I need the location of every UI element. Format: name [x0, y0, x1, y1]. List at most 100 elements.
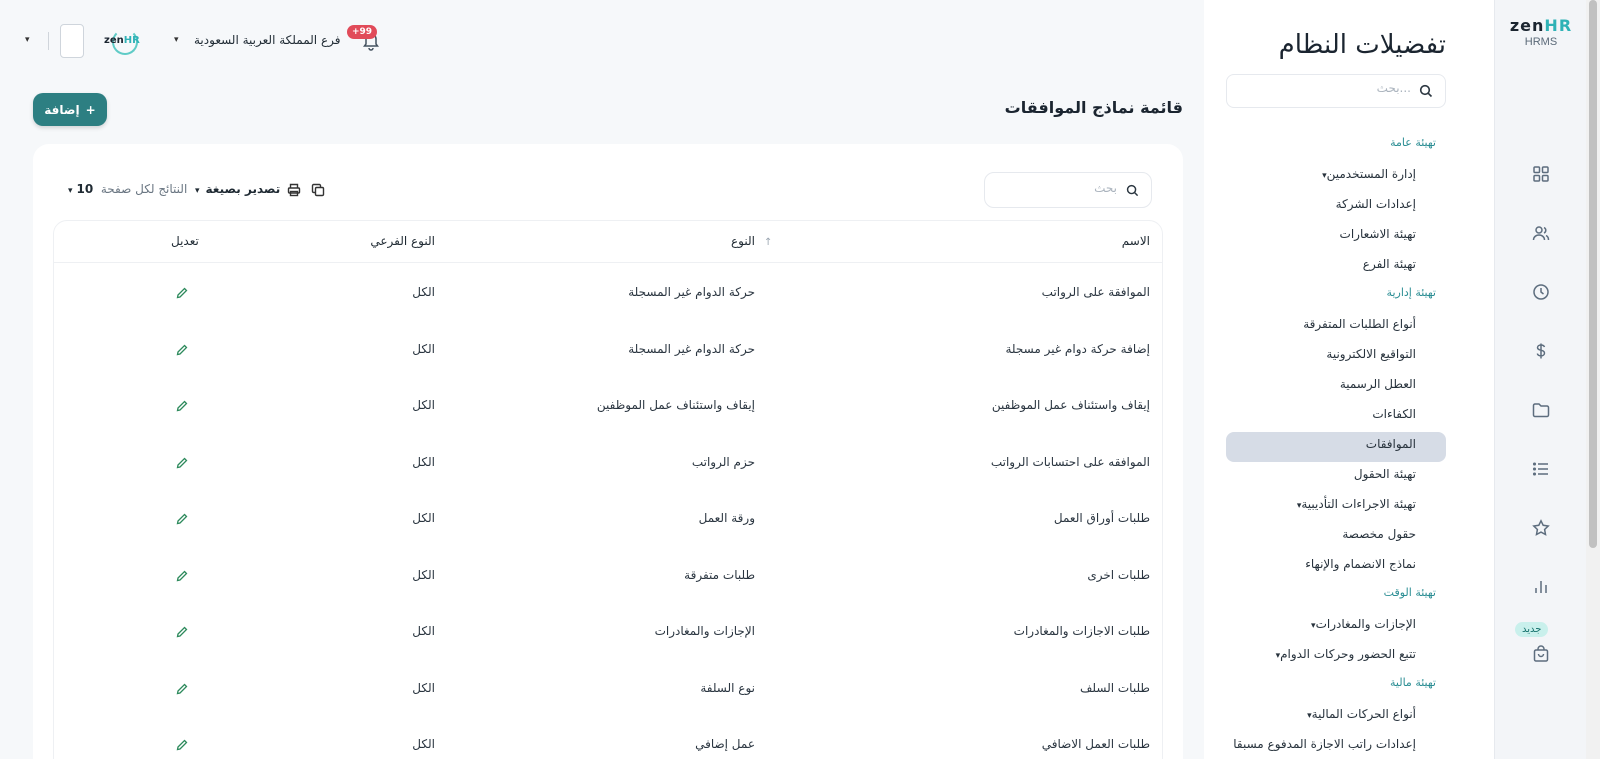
page-scrollbar[interactable] [1586, 0, 1600, 759]
edit-pencil-icon[interactable] [176, 626, 188, 638]
cell-subtype: الكل [412, 398, 435, 412]
settings-panel: تفضيلات النظام تهيئة عامة ▾إدارة المستخد… [1204, 0, 1494, 759]
nav-section-general: تهيئة عامة [1390, 136, 1436, 149]
settings-search[interactable] [1226, 74, 1446, 108]
nav-item-misc-requests[interactable]: أنواع الطلبات المتفرقة [1303, 317, 1416, 331]
page-title: قائمة نماذج الموافقات [1004, 98, 1183, 117]
nav-item-user-management[interactable]: ▾إدارة المستخدمين [1314, 167, 1416, 181]
cell-type: الإجازات والمغادرات [654, 624, 755, 638]
nav-item-custom-fields[interactable]: حقول مخصصة [1342, 527, 1416, 541]
cell-type: إيقاف واستئناف عمل الموظفين [596, 398, 755, 412]
branch-selector[interactable]: فرع المملكة العربية السعودية [194, 33, 340, 47]
cell-subtype: الكل [412, 567, 435, 582]
users-icon[interactable] [1531, 223, 1551, 243]
column-header-name[interactable]: الاسم [1122, 234, 1150, 248]
cell-subtype: الكل [412, 454, 435, 469]
cell-type: حركة الدوام غير المسجلة [628, 341, 755, 356]
edit-pencil-icon[interactable] [176, 400, 188, 412]
zenhr-logo[interactable]: zenHR HRMS [1495, 16, 1587, 48]
cell-type: ورقة العمل [698, 511, 755, 525]
cell-name: طلبات السلف [1079, 680, 1150, 695]
approvals-table [53, 220, 1163, 759]
cell-type: عمل إضافي [695, 737, 755, 751]
list-icon[interactable] [1531, 459, 1551, 479]
nav-section-time: تهيئة الوقت [1383, 586, 1436, 599]
edit-pencil-icon[interactable] [176, 570, 188, 582]
nav-item-fields[interactable]: تهيئة الحقول [1354, 467, 1416, 481]
grid-icon[interactable] [1531, 164, 1551, 184]
nav-item-disciplinary[interactable]: ▾تهيئة الاجراءات التأديبية [1289, 497, 1416, 511]
edit-pencil-icon[interactable] [176, 513, 188, 525]
avatar[interactable] [60, 24, 84, 58]
nav-item-e-signatures[interactable]: التواقيع الالكترونية [1326, 347, 1416, 361]
search-icon [1419, 84, 1433, 98]
table-search[interactable] [984, 172, 1152, 208]
nav-item-prepaid-leave-salary[interactable]: إعدادات راتب الاجازة المدفوع مسبقا [1233, 737, 1416, 751]
nav-item-approvals[interactable]: الموافقات [1366, 437, 1416, 451]
clock-icon[interactable] [1531, 282, 1551, 302]
cell-subtype: الكل [412, 737, 435, 751]
cell-type: نوع السلفة [700, 680, 755, 695]
per-page-selector[interactable]: ▾ 10 النتائج لكل صفحة [68, 182, 187, 196]
edit-pencil-icon[interactable] [176, 457, 188, 469]
cell-type: حزم الرواتب [691, 454, 755, 469]
nav-item-leaves[interactable]: ▾الإجازات والمغادرات [1303, 617, 1416, 631]
nav-item-notifications[interactable]: تهيئة الاشعارات [1340, 227, 1416, 241]
cell-subtype: الكل [412, 680, 435, 695]
edit-pencil-icon[interactable] [176, 739, 188, 751]
add-button[interactable]: إضافة + [33, 93, 107, 126]
nav-section-finance: تهيئة مالية [1390, 676, 1436, 689]
cell-name: الموافقة على الرواتب [1041, 285, 1150, 299]
cell-subtype: الكل [412, 341, 435, 356]
cell-name: طلبات اخرى [1087, 567, 1150, 582]
notification-count-badge: +99 [347, 25, 378, 39]
chevron-down-icon[interactable]: ▾ [174, 35, 179, 45]
sort-arrow-icon[interactable]: ↑ [764, 237, 772, 248]
plus-icon: + [85, 102, 96, 117]
nav-item-company-settings[interactable]: إعدادات الشركة [1336, 197, 1416, 211]
icon-rail: zenHR HRMS جديد [1494, 0, 1586, 759]
cell-name: إيقاف واستئناف عمل الموظفين [991, 398, 1150, 412]
bag-icon[interactable] [1531, 644, 1551, 664]
cell-name: طلبات العمل الاضافي [1041, 737, 1150, 751]
company-logo: zenHR [104, 29, 142, 55]
export-dropdown[interactable]: ▾ تصدير بصيغة [195, 182, 280, 196]
cell-name: إضافة حركة دوام غير مسجلة [1005, 341, 1151, 356]
edit-pencil-icon[interactable] [176, 344, 188, 356]
bar-chart-icon[interactable] [1531, 577, 1551, 597]
nav-item-financial-transactions[interactable]: ▾أنواع الحركات المالية [1299, 707, 1416, 721]
cell-subtype: الكل [412, 285, 435, 299]
copy-icon[interactable] [311, 183, 325, 197]
edit-pencil-icon[interactable] [176, 287, 188, 299]
chevron-down-icon[interactable]: ▾ [25, 35, 30, 45]
nav-item-attendance[interactable]: ▾تتبع الحضور وحركات الدوام [1268, 647, 1416, 661]
nav-section-admin: تهيئة إدارية [1386, 286, 1436, 299]
column-header-subtype[interactable]: النوع الفرعي [370, 234, 435, 248]
cell-subtype: الكل [412, 511, 435, 525]
chevron-down-icon: ▾ [195, 186, 200, 196]
dollar-icon[interactable] [1531, 341, 1551, 361]
scrollbar-thumb[interactable] [1589, 0, 1597, 548]
settings-search-input[interactable] [1261, 81, 1411, 95]
nav-item-branch[interactable]: تهيئة الفرع [1363, 257, 1416, 271]
cell-subtype: الكل [412, 624, 435, 638]
cell-name: طلبات الاجازات والمغادرات [1013, 624, 1150, 638]
settings-title: تفضيلات النظام [1278, 30, 1446, 60]
print-icon[interactable] [287, 183, 301, 197]
hrms-label: HRMS [1524, 36, 1558, 48]
nav-item-holidays[interactable]: العطل الرسمية [1340, 377, 1416, 391]
header-divider [54, 262, 1162, 263]
folder-icon[interactable] [1531, 400, 1551, 420]
new-badge: جديد [1515, 622, 1549, 637]
star-icon[interactable] [1531, 518, 1551, 538]
cell-type: طلبات متفرقة [684, 567, 755, 582]
column-header-edit: تعديل [171, 234, 199, 248]
cell-type: حركة الدوام غير المسجلة [628, 285, 755, 299]
table-search-input[interactable] [997, 181, 1117, 195]
nav-item-competencies[interactable]: الكفاءات [1372, 407, 1416, 421]
cell-name: طلبات أوراق العمل [1053, 511, 1150, 525]
column-header-type[interactable]: النوع [731, 234, 755, 248]
search-icon [1126, 184, 1139, 197]
nav-item-onboarding[interactable]: نماذج الانضمام والإنهاء [1305, 557, 1416, 571]
edit-pencil-icon[interactable] [176, 683, 188, 695]
